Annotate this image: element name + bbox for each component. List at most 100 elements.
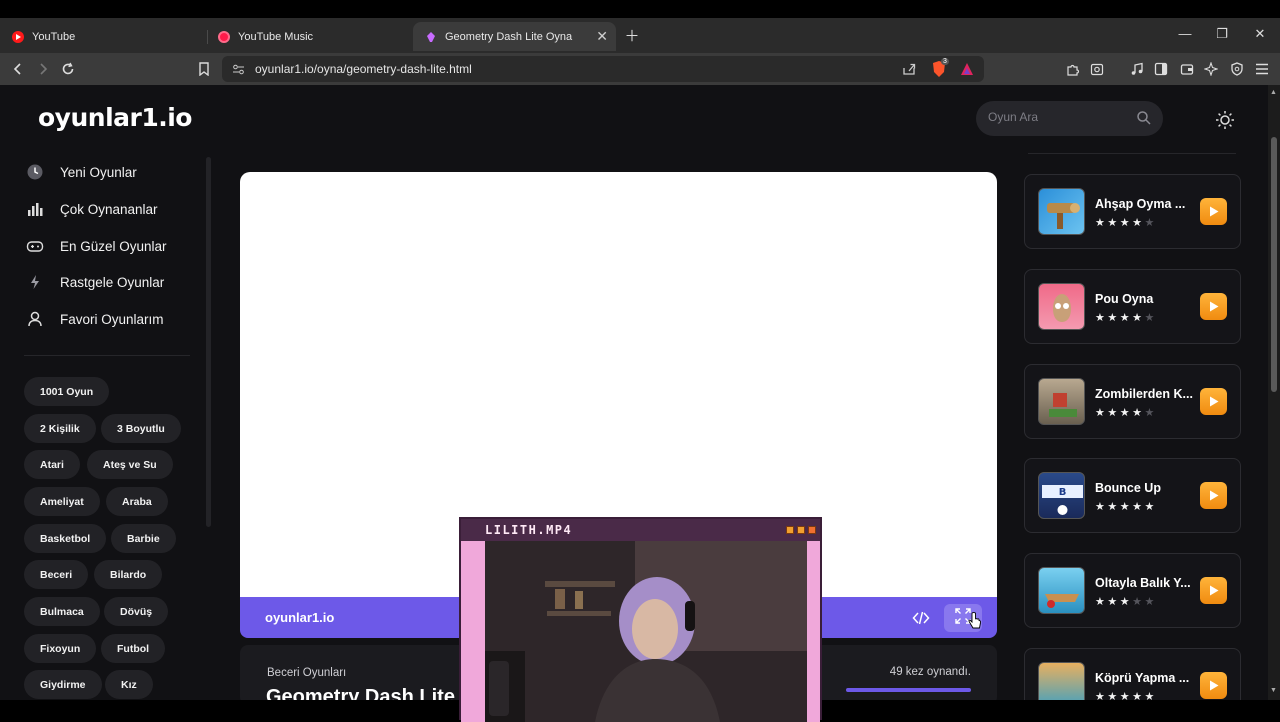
play-icon <box>1209 206 1218 217</box>
related-divider <box>1028 153 1236 154</box>
restore-icon[interactable]: ❐ <box>1212 26 1232 42</box>
play-icon <box>1209 490 1218 501</box>
related-game-card[interactable]: Oltayla Balık Y... ★★★★★ <box>1024 553 1241 628</box>
nav-item-most-played[interactable]: Çok Oynananlar <box>24 194 158 224</box>
game-title: Oltayla Balık Y... <box>1095 576 1191 590</box>
svg-text:B: B <box>1059 487 1067 498</box>
theme-toggle-icon[interactable] <box>1214 109 1236 131</box>
play-button[interactable] <box>1200 577 1227 604</box>
leo-ai-icon[interactable] <box>1201 59 1221 79</box>
tab-geometry-dash[interactable]: Geometry Dash Lite Oyna ✕ <box>413 22 616 51</box>
overlay-close-icon[interactable] <box>808 526 816 534</box>
tag-chip[interactable]: Beceri <box>24 560 89 589</box>
brave-shields-icon[interactable]: 3 <box>931 58 949 83</box>
address-bar[interactable]: oyunlar1.io/oyna/geometry-dash-lite.html… <box>222 56 984 82</box>
sidebar-scrollbar[interactable] <box>206 157 211 527</box>
tag-chip[interactable]: Bilardo <box>94 560 163 589</box>
search-icon[interactable] <box>1136 110 1152 126</box>
tag-chip[interactable]: Ameliyat <box>24 487 100 516</box>
tag-chip[interactable]: Barbie <box>111 524 176 553</box>
music-icon[interactable] <box>1127 59 1147 79</box>
site-favicon-icon <box>425 31 437 43</box>
play-icon <box>1209 301 1218 312</box>
play-button[interactable] <box>1200 388 1227 415</box>
overlay-frame-right <box>807 541 820 722</box>
tag-chip[interactable]: Futbol <box>101 634 166 663</box>
tag-chip[interactable]: Fixoyun <box>24 634 97 663</box>
nav-item-best-games[interactable]: En Güzel Oyunlar <box>24 231 167 261</box>
scroll-up-icon[interactable]: ▲ <box>1270 89 1277 96</box>
nav-label: Çok Oynananlar <box>60 201 158 217</box>
tag-chip[interactable]: Dövüş <box>104 597 169 626</box>
vpn-shield-icon[interactable] <box>1227 59 1247 79</box>
minimize-icon[interactable]: — <box>1175 26 1195 41</box>
hand-cursor-icon <box>968 612 982 635</box>
tag-chip[interactable]: Kız <box>105 670 153 699</box>
rating-stars: ★★★★★ <box>1095 312 1157 324</box>
related-game-card[interactable]: Zombilerden K... ★★★★★ <box>1024 364 1241 439</box>
search-box[interactable] <box>976 101 1163 136</box>
nav-item-new-games[interactable]: Yeni Oyunlar <box>24 157 137 187</box>
scroll-thumb[interactable] <box>1271 137 1277 392</box>
overlay-maximize-icon[interactable] <box>797 526 805 534</box>
page-scrollbar[interactable]: ▲ ▼ <box>1268 85 1280 700</box>
play-button[interactable] <box>1200 482 1227 509</box>
game-thumbnail <box>1038 378 1085 425</box>
tag-chip[interactable]: 1001 Oyun <box>24 377 110 406</box>
site-logo[interactable]: oyunlar1.io <box>38 103 192 132</box>
back-icon[interactable] <box>8 59 28 79</box>
nav-label: Yeni Oyunlar <box>60 164 137 180</box>
brave-rewards-icon[interactable] <box>960 62 974 81</box>
share-icon[interactable] <box>902 62 916 81</box>
tag-chip[interactable]: Araba <box>106 487 168 516</box>
tag-chip[interactable]: Atari <box>24 450 80 479</box>
close-window-icon[interactable]: ✕ <box>1250 26 1270 42</box>
clock-icon <box>24 161 46 183</box>
game-title: Ahşap Oyma ... <box>1095 197 1186 211</box>
player-brand[interactable]: oyunlar1.io <box>265 610 334 625</box>
tab-youtube-music[interactable]: YouTube Music <box>206 22 411 51</box>
overlay-title: LILITH.MP4 <box>485 523 573 537</box>
top-black-bar <box>0 0 1280 18</box>
tag-chip[interactable]: Basketbol <box>24 524 107 553</box>
reload-icon[interactable] <box>58 59 78 79</box>
bookmark-icon[interactable] <box>194 59 214 79</box>
tab-label: Geometry Dash Lite Oyna <box>445 30 573 43</box>
related-game-card[interactable]: B Bounce Up ★★★★★ <box>1024 458 1241 533</box>
extensions-icon[interactable] <box>1062 59 1082 79</box>
forward-icon[interactable] <box>33 59 53 79</box>
embed-code-icon[interactable] <box>912 609 930 627</box>
sidebar-icon[interactable] <box>1151 59 1171 79</box>
tag-chip[interactable]: 2 Kişilik <box>24 414 96 443</box>
nav-item-favorites[interactable]: Favori Oyunlarım <box>24 304 164 334</box>
play-button[interactable] <box>1200 198 1227 225</box>
wallet-icon[interactable] <box>1177 59 1197 79</box>
nav-label: En Güzel Oyunlar <box>60 238 167 254</box>
related-game-card[interactable]: Pou Oyna ★★★★★ <box>1024 269 1241 344</box>
play-button[interactable] <box>1200 293 1227 320</box>
tab-close-icon[interactable]: ✕ <box>596 28 608 45</box>
webcam-overlay-window[interactable]: LILITH.MP4 <box>459 517 822 722</box>
rating-stars: ★★★★★ <box>1095 596 1157 608</box>
tag-chip[interactable]: Ateş ve Su <box>87 450 173 479</box>
new-tab-icon[interactable]: ＋ <box>622 25 642 45</box>
tag-chip[interactable]: Bulmaca <box>24 597 100 626</box>
overlay-titlebar[interactable]: LILITH.MP4 <box>461 519 820 541</box>
menu-icon[interactable] <box>1252 59 1272 79</box>
overlay-minimize-icon[interactable] <box>786 526 794 534</box>
game-title: Geometry Dash Lite <box>266 686 455 700</box>
rating-stars: ★★★★★ <box>1095 501 1157 513</box>
search-input[interactable] <box>988 110 1128 124</box>
nav-item-random-games[interactable]: Rastgele Oyunlar <box>24 267 164 297</box>
related-game-card[interactable]: Ahşap Oyma ... ★★★★★ <box>1024 174 1241 249</box>
play-button[interactable] <box>1200 672 1227 699</box>
tab-youtube[interactable]: YouTube <box>0 22 205 51</box>
site-settings-icon[interactable] <box>232 63 245 81</box>
play-icon <box>1209 680 1218 691</box>
related-game-card[interactable]: Köprü Yapma ... ★★★★★ <box>1024 648 1241 700</box>
scroll-down-icon[interactable]: ▼ <box>1270 687 1277 694</box>
game-category[interactable]: Beceri Oyunları <box>267 667 346 679</box>
tag-chip[interactable]: 3 Boyutlu <box>101 414 181 443</box>
screenshot-icon[interactable] <box>1087 59 1107 79</box>
tag-chip[interactable]: Giydirme <box>24 670 102 699</box>
